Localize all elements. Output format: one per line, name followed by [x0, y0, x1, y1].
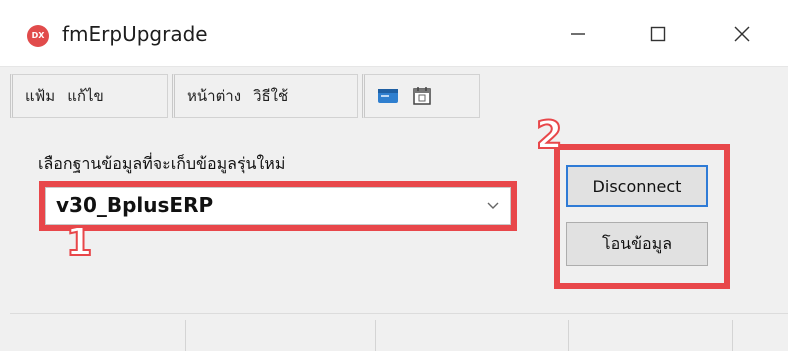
menu-file[interactable]: แฟ้ม: [25, 84, 55, 108]
menu-window[interactable]: หน้าต่าง: [187, 84, 241, 108]
status-panel-divider: [185, 320, 186, 351]
toolbar-group: [362, 74, 480, 118]
status-panel-divider: [568, 320, 569, 351]
app-icon: DX: [27, 25, 49, 47]
status-panel-divider: [375, 320, 376, 351]
menu-bar: แฟ้ม แก้ไข หน้าต่าง วิธีใช้: [10, 72, 788, 122]
erp-upgrade-window: DX fmErpUpgrade แฟ้ม แก้ไข หน้าต่าง วิธี…: [0, 0, 788, 351]
window-icon[interactable]: [377, 86, 399, 106]
menu-group-window-help: หน้าต่าง วิธีใช้: [172, 74, 358, 118]
menu-group-file-edit: แฟ้ม แก้ไข: [10, 74, 168, 118]
step2-highlight: [554, 144, 730, 289]
menu-help[interactable]: วิธีใช้: [253, 84, 288, 108]
title-bar: DX fmErpUpgrade: [0, 0, 788, 67]
menu-edit[interactable]: แก้ไข: [67, 84, 104, 108]
step1-highlight: [39, 181, 517, 231]
maximize-icon: [650, 26, 666, 42]
step2-number: 2: [535, 112, 563, 158]
status-panel-divider: [732, 320, 733, 351]
close-button[interactable]: [712, 14, 772, 54]
step1-number: 1: [65, 219, 93, 265]
minimize-icon: [571, 33, 585, 35]
maximize-button[interactable]: [628, 14, 688, 54]
window-title: fmErpUpgrade: [62, 22, 208, 46]
close-icon: [734, 26, 750, 42]
minimize-button[interactable]: [548, 14, 608, 54]
status-bar: [10, 313, 788, 351]
database-select-label: เลือกฐานข้อมูลที่จะเก็บข้อมูลรุ่นใหม่: [38, 154, 286, 173]
calendar-icon[interactable]: [411, 86, 433, 106]
